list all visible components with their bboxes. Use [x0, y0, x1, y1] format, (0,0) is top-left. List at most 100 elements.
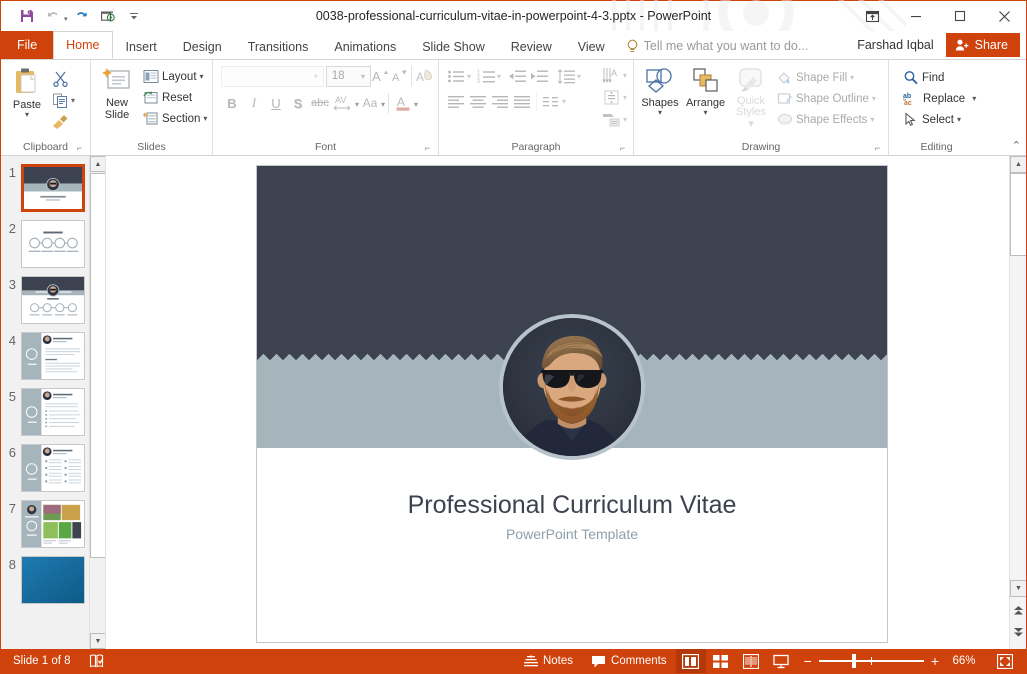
align-left-button[interactable]	[445, 90, 467, 112]
zoom-level-label[interactable]: 66%	[946, 655, 982, 667]
thumbnail-image[interactable]	[21, 164, 85, 212]
undo-button[interactable]	[41, 5, 65, 27]
layout-button[interactable]: Layout ▾	[139, 66, 211, 87]
ribbon-display-options-button[interactable]	[850, 1, 894, 31]
comments-button[interactable]: Comments	[582, 649, 676, 673]
zoom-in-button[interactable]: +	[931, 654, 939, 668]
slide-title[interactable]: Professional Curriculum Vitae	[257, 491, 887, 520]
font-size-combo[interactable]: 18 ▾	[325, 65, 371, 87]
bold-button[interactable]: B	[221, 92, 243, 114]
columns-button[interactable]	[540, 90, 562, 112]
thumbnail-image[interactable]	[21, 556, 85, 604]
previous-slide-button[interactable]	[1010, 602, 1026, 619]
redo-button[interactable]	[70, 5, 94, 27]
quick-styles-button[interactable]: Quick Styles ▾	[729, 65, 773, 138]
new-slide-button[interactable]: New Slide	[95, 65, 139, 138]
cut-button[interactable]	[49, 67, 71, 89]
font-dialog-launcher[interactable]: ⌐	[422, 143, 433, 154]
arrange-dropdown-icon[interactable]: ▾	[703, 109, 707, 117]
close-button[interactable]	[982, 1, 1026, 31]
copy-dropdown-icon[interactable]: ▾	[71, 96, 75, 105]
save-button[interactable]	[15, 5, 39, 27]
shape-outline-button[interactable]: Shape Outline ▾	[773, 88, 880, 109]
align-right-button[interactable]	[489, 90, 511, 112]
start-slideshow-button[interactable]	[96, 5, 120, 27]
replace-button[interactable]: ab ac Replace ▾	[899, 88, 980, 109]
customize-quick-access-button[interactable]	[122, 5, 146, 27]
slide-scroll-up-button[interactable]: ▲	[1010, 156, 1026, 173]
tab-home[interactable]: Home	[53, 31, 113, 59]
find-button[interactable]: Find	[899, 67, 980, 88]
bullets-dropdown-icon[interactable]: ▾	[467, 72, 471, 81]
view-slide-sorter-button[interactable]	[706, 649, 736, 673]
tab-file[interactable]: File	[1, 31, 54, 59]
zoom-out-button[interactable]: −	[804, 654, 812, 668]
line-spacing-dropdown-icon[interactable]: ▾	[577, 72, 581, 81]
slide-scrollbar[interactable]: ▲ ▼	[1009, 156, 1026, 649]
drawing-dialog-launcher[interactable]: ⌐	[872, 143, 883, 154]
thumbnail-scroll-down-button[interactable]: ▼	[90, 633, 105, 649]
account-name[interactable]: Farshad Iqbal	[845, 31, 945, 59]
thumbnail-image[interactable]	[21, 500, 85, 548]
share-button[interactable]: Share	[945, 33, 1020, 57]
slide-subtitle[interactable]: PowerPoint Template	[257, 526, 887, 542]
decrease-font-size-button[interactable]: A	[390, 65, 409, 87]
font-name-combo[interactable]: ▾	[221, 65, 324, 87]
format-painter-button[interactable]	[49, 111, 71, 133]
tab-insert[interactable]: Insert	[113, 33, 170, 59]
center-button[interactable]	[467, 90, 489, 112]
convert-to-smartart-button[interactable]	[601, 108, 623, 130]
paragraph-dialog-launcher[interactable]: ⌐	[617, 143, 628, 154]
paste-button[interactable]: Paste ▾	[5, 65, 49, 138]
columns-dropdown-icon[interactable]: ▾	[562, 97, 566, 106]
thumbnail-image[interactable]	[21, 388, 85, 436]
tab-slide-show[interactable]: Slide Show	[409, 33, 498, 59]
text-direction-button[interactable]: A	[601, 64, 623, 86]
copy-button[interactable]	[49, 89, 71, 111]
view-normal-button[interactable]	[675, 649, 706, 673]
thumbnail-scroll-up-button[interactable]: ▲	[90, 156, 105, 172]
tell-me-search[interactable]: Tell me what you want to do...	[618, 33, 819, 59]
shapes-dropdown-icon[interactable]: ▾	[658, 109, 662, 117]
decrease-indent-button[interactable]	[506, 65, 528, 87]
strikethrough-button[interactable]: abc	[309, 92, 331, 114]
tab-view[interactable]: View	[565, 33, 618, 59]
shape-fill-button[interactable]: Shape Fill ▾	[773, 67, 880, 88]
thumbnail-scrollbar[interactable]: ▲ ▼	[89, 156, 105, 649]
next-slide-button[interactable]	[1010, 624, 1026, 641]
paste-dropdown-icon[interactable]: ▾	[25, 111, 29, 119]
text-shadow-button[interactable]: S	[287, 92, 309, 114]
underline-button[interactable]: U	[265, 92, 287, 114]
tab-animations[interactable]: Animations	[321, 33, 409, 59]
collapse-ribbon-button[interactable]: ⌃	[1012, 139, 1021, 152]
maximize-button[interactable]	[938, 1, 982, 31]
font-color-button[interactable]: A	[392, 92, 414, 114]
increase-font-size-button[interactable]: A	[371, 65, 390, 87]
reset-button[interactable]: Reset	[139, 87, 211, 108]
italic-button[interactable]: I	[243, 92, 265, 114]
change-case-button[interactable]: Aa	[359, 92, 381, 114]
zoom-slider-knob[interactable]	[851, 654, 856, 668]
view-slide-show-button[interactable]	[766, 649, 796, 673]
justify-button[interactable]	[511, 90, 533, 112]
slide-scroll-thumb[interactable]	[1010, 173, 1026, 256]
align-text-button[interactable]	[601, 86, 623, 108]
increase-indent-button[interactable]	[528, 65, 550, 87]
accessibility-checker-button[interactable]	[80, 649, 113, 673]
thumbnail-image[interactable]	[21, 220, 85, 268]
clear-formatting-button[interactable]: A	[415, 65, 434, 87]
zoom-slider[interactable]	[818, 654, 924, 668]
notes-button[interactable]: Notes	[515, 649, 582, 673]
thumbnail-image[interactable]	[21, 444, 85, 492]
fit-slide-to-window-button[interactable]	[990, 649, 1020, 673]
slide-scroll-down-button[interactable]: ▼	[1010, 580, 1026, 597]
tab-design[interactable]: Design	[170, 33, 235, 59]
numbering-button[interactable]: 123	[475, 65, 497, 87]
numbering-dropdown-icon[interactable]: ▾	[497, 72, 501, 81]
shape-effects-button[interactable]: Shape Effects ▾	[773, 109, 880, 130]
undo-dropdown-icon[interactable]: ▾	[64, 15, 68, 27]
arrange-button[interactable]: Arrange ▾	[682, 65, 729, 138]
shapes-button[interactable]: Shapes ▾	[638, 65, 682, 138]
line-spacing-button[interactable]	[555, 65, 577, 87]
tab-transitions[interactable]: Transitions	[235, 33, 322, 59]
